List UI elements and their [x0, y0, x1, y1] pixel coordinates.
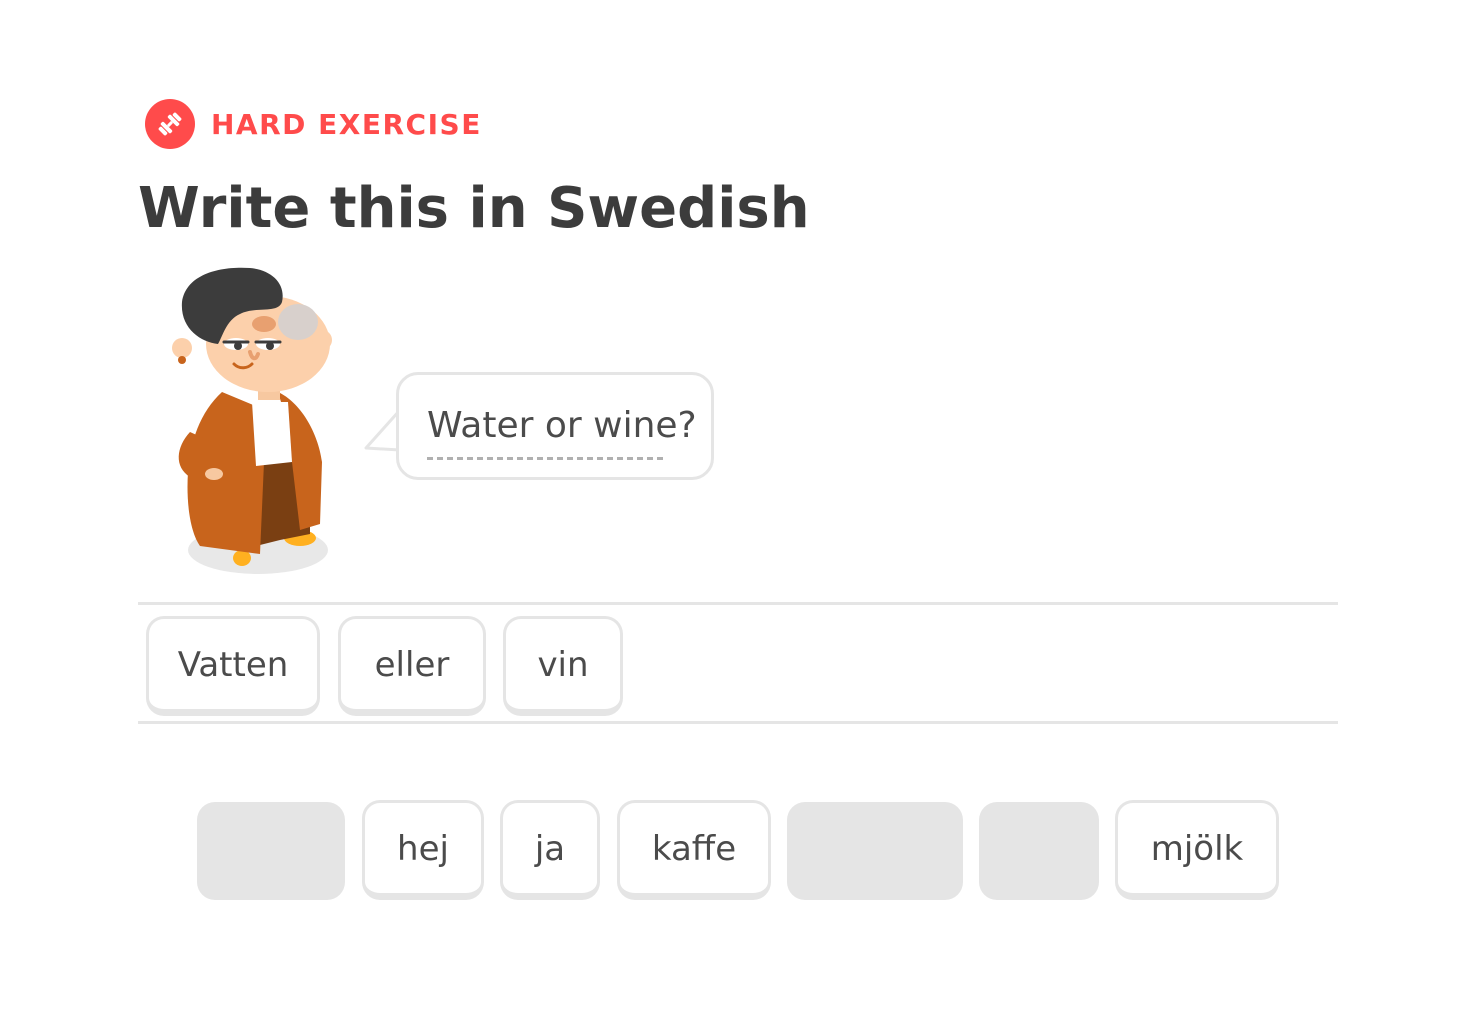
word-bank-ja[interactable]: ja [500, 800, 600, 900]
answer-line-top [138, 602, 1338, 605]
exercise-badge: HARD EXERCISE [145, 99, 482, 149]
word-bank-kaffe[interactable]: kaffe [617, 800, 771, 900]
answer-word-eller[interactable]: eller [338, 616, 486, 716]
answer-line-bottom [138, 721, 1338, 724]
dumbbell-icon [145, 99, 195, 149]
word-bank-placeholder [787, 802, 963, 900]
speech-bubble: Water or wine? [396, 372, 714, 480]
word-bank-hej[interactable]: hej [362, 800, 484, 900]
word-bank-mjolk[interactable]: mjölk [1115, 800, 1279, 900]
word-bank-placeholder [979, 802, 1099, 900]
word-bank-placeholder [197, 802, 345, 900]
answer-word-vatten[interactable]: Vatten [146, 616, 320, 716]
prompt-hint-underline [427, 457, 665, 460]
character-illustration [172, 267, 332, 574]
page-title: Write this in Swedish [138, 176, 810, 241]
answer-word-vin[interactable]: vin [503, 616, 623, 716]
prompt-text[interactable]: Water or wine? [427, 405, 697, 446]
badge-label: HARD EXERCISE [211, 107, 482, 141]
